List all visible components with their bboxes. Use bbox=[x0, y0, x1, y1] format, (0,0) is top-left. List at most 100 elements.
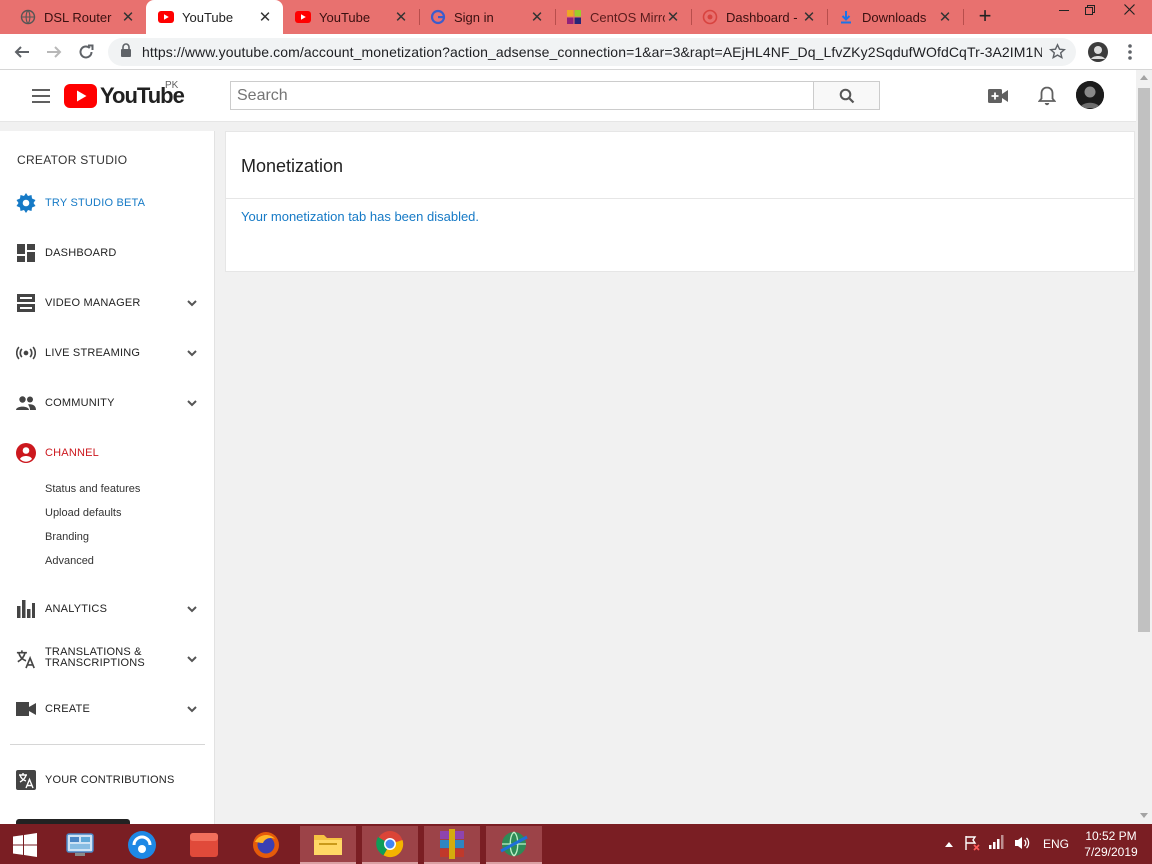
page-scrollbar[interactable] bbox=[1136, 70, 1152, 824]
search-button[interactable] bbox=[813, 81, 880, 110]
video-manager-icon bbox=[16, 293, 36, 313]
url-text[interactable]: https://www.youtube.com/account_monetiza… bbox=[142, 44, 1042, 60]
tab-close-icon[interactable]: ✕ bbox=[120, 8, 136, 26]
tab-close-icon[interactable]: ✕ bbox=[529, 8, 545, 26]
bookmark-star-icon[interactable] bbox=[1048, 43, 1067, 65]
account-avatar[interactable] bbox=[1076, 81, 1104, 109]
scroll-up-arrow-icon[interactable] bbox=[1140, 75, 1148, 80]
chevron-down-icon[interactable] bbox=[186, 703, 198, 715]
chevron-down-icon[interactable] bbox=[186, 397, 198, 409]
browser-toolbar: https://www.youtube.com/account_monetiza… bbox=[0, 34, 1152, 70]
channel-subitem-status-and-features[interactable]: Status and features bbox=[45, 483, 140, 495]
chevron-down-icon[interactable] bbox=[186, 603, 198, 615]
back-button[interactable] bbox=[10, 40, 34, 64]
restore-button[interactable] bbox=[1075, 0, 1105, 22]
file-manager-icon[interactable] bbox=[300, 826, 356, 864]
firefox-icon[interactable] bbox=[238, 826, 294, 864]
sidebar-item-translations-transcriptions[interactable]: TRANSLATIONS & TRANSCRIPTIONS bbox=[0, 641, 214, 677]
sidebar-item-live-streaming[interactable]: LIVE STREAMING bbox=[0, 335, 214, 371]
create-icon bbox=[16, 699, 36, 719]
sidebar-item-label: CHANNEL bbox=[45, 447, 99, 459]
app-red-icon[interactable] bbox=[176, 826, 232, 864]
arrow-right-icon bbox=[47, 46, 62, 58]
community-icon bbox=[16, 393, 36, 413]
youtube-icon bbox=[295, 9, 311, 25]
reload-icon bbox=[79, 44, 94, 59]
window-close-button[interactable] bbox=[1114, 0, 1144, 22]
sidebar-item-try-studio-beta[interactable]: TRY STUDIO BETA bbox=[0, 185, 214, 221]
youtube-play-logo-icon bbox=[64, 84, 97, 108]
scroll-down-arrow-icon[interactable] bbox=[1140, 813, 1148, 818]
globe-icon bbox=[20, 9, 36, 25]
tab-separator bbox=[963, 9, 964, 25]
tab-close-icon[interactable]: ✕ bbox=[937, 8, 953, 26]
tab-label: YouTube bbox=[319, 9, 371, 25]
card-divider bbox=[226, 198, 1134, 199]
volume-icon[interactable] bbox=[1014, 835, 1030, 854]
sidebar-item-label: CREATE bbox=[45, 703, 91, 715]
new-tab-button[interactable]: + bbox=[974, 5, 996, 27]
chevron-down-icon[interactable] bbox=[186, 653, 198, 665]
network-globe-icon[interactable] bbox=[486, 826, 542, 864]
sidebar-item-dashboard[interactable]: DASHBOARD bbox=[0, 235, 214, 271]
windows-start-icon[interactable] bbox=[0, 826, 50, 864]
sidebar-item-channel[interactable]: CHANNEL bbox=[0, 435, 214, 471]
monetization-disabled-message: Your monetization tab has been disabled. bbox=[241, 209, 480, 224]
sidebar-item-label: VIDEO MANAGER bbox=[45, 297, 141, 309]
sidebar-item-label: DASHBOARD bbox=[45, 247, 117, 259]
channel-subitem-advanced[interactable]: Advanced bbox=[45, 555, 94, 567]
forward-button[interactable] bbox=[42, 40, 66, 64]
chrome-icon[interactable] bbox=[362, 826, 418, 864]
channel-icon bbox=[16, 443, 36, 463]
tab-youtube-active[interactable]: YouTube ✕ bbox=[146, 0, 283, 34]
channel-subitem-upload-defaults[interactable]: Upload defaults bbox=[45, 507, 121, 519]
create-video-icon[interactable] bbox=[986, 84, 1010, 108]
youtube-icon bbox=[158, 9, 174, 25]
tab-dsl-router[interactable]: DSL Router ✕ bbox=[0, 0, 146, 34]
windows-taskbar: ENG 10:52 PM 7/29/2019 bbox=[0, 824, 1152, 864]
clock-date: 7/29/2019 bbox=[1084, 845, 1138, 859]
sidebar-item-analytics[interactable]: ANALYTICS bbox=[0, 591, 214, 627]
centos-icon bbox=[566, 9, 582, 25]
language-indicator[interactable]: ENG bbox=[1043, 837, 1069, 851]
tab-centos-mirror[interactable]: CentOS Mirro ✕ bbox=[556, 0, 691, 34]
tab-sign-in[interactable]: Sign in ✕ bbox=[420, 0, 555, 34]
tab-youtube[interactable]: YouTube ✕ bbox=[283, 0, 419, 34]
chrome-menu-button[interactable] bbox=[1118, 40, 1142, 64]
channel-subitem-branding[interactable]: Branding bbox=[45, 531, 89, 543]
menu-hamburger-icon[interactable] bbox=[32, 89, 50, 103]
tab-close-icon[interactable]: ✕ bbox=[257, 8, 273, 26]
app-blue-icon[interactable] bbox=[114, 826, 170, 864]
tray-overflow-chevron-icon[interactable] bbox=[944, 837, 954, 851]
network-signal-icon[interactable] bbox=[989, 835, 1005, 852]
winrar-icon[interactable] bbox=[424, 826, 480, 864]
system-clock[interactable]: 10:52 PM 7/29/2019 bbox=[1076, 828, 1146, 860]
youtube-logo[interactable]: YouTube PK bbox=[64, 80, 185, 109]
tab-label: Sign in bbox=[454, 9, 494, 25]
sidebar-item-community[interactable]: COMMUNITY bbox=[0, 385, 214, 421]
tab-close-icon[interactable]: ✕ bbox=[393, 8, 409, 26]
search-input[interactable] bbox=[230, 81, 814, 110]
live-streaming-icon bbox=[16, 343, 36, 363]
tab-close-icon[interactable]: ✕ bbox=[665, 8, 681, 26]
chevron-down-icon[interactable] bbox=[186, 297, 198, 309]
tab-downloads[interactable]: Downloads ✕ bbox=[828, 0, 963, 34]
tab-close-icon[interactable]: ✕ bbox=[801, 8, 817, 26]
reload-button[interactable] bbox=[74, 40, 98, 64]
monetization-card: Monetization Your monetization tab has b… bbox=[225, 131, 1135, 272]
tab-dashboard[interactable]: Dashboard - ✕ bbox=[692, 0, 827, 34]
profile-incognito-button[interactable] bbox=[1086, 40, 1110, 64]
scrollbar-thumb[interactable] bbox=[1138, 88, 1150, 632]
tab-label: DSL Router bbox=[44, 9, 112, 25]
sidebar-item-video-manager[interactable]: VIDEO MANAGER bbox=[0, 285, 214, 321]
dashboard-icon bbox=[702, 9, 718, 25]
chevron-down-icon[interactable] bbox=[186, 347, 198, 359]
download-icon bbox=[838, 9, 854, 25]
clock-time: 10:52 PM bbox=[1085, 829, 1137, 843]
sidebar-item-create[interactable]: CREATE bbox=[0, 691, 214, 727]
sidebar-item-your-contributions[interactable]: YOUR CONTRIBUTIONS bbox=[0, 762, 214, 798]
address-bar[interactable]: https://www.youtube.com/account_monetiza… bbox=[108, 38, 1076, 66]
file-explorer-network-icon[interactable] bbox=[52, 826, 108, 864]
notifications-bell-icon[interactable] bbox=[1035, 84, 1059, 108]
tray-flag-icon[interactable] bbox=[964, 835, 980, 854]
